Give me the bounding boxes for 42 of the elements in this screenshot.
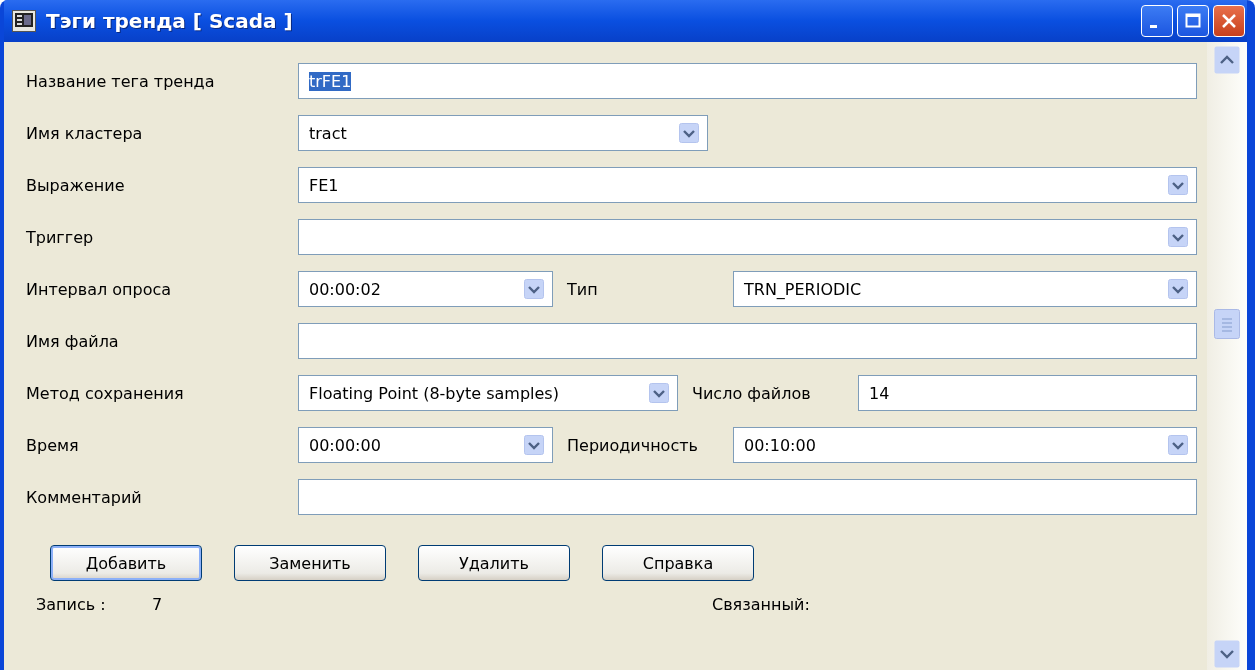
text-field[interactable]: trFE1 <box>298 63 1197 99</box>
maximize-icon <box>1183 11 1203 31</box>
field-label: Имя файла <box>26 331 120 351</box>
minimize-icon <box>1150 24 1157 28</box>
dropdown-field[interactable]: FE1 <box>298 167 1197 203</box>
record-label: Запись : <box>35 595 107 614</box>
dropdown-field[interactable] <box>298 219 1197 255</box>
field-label: Метод сохранения <box>26 383 185 403</box>
field-label: Название тега тренда <box>26 71 216 91</box>
field-label: Имя кластера <box>26 123 144 143</box>
field-label: Триггер <box>26 227 95 247</box>
close-button[interactable] <box>1213 5 1245 37</box>
field-label: Периодичность <box>566 435 699 455</box>
maximize-button[interactable] <box>1177 5 1209 37</box>
action-button[interactable]: Удалить <box>418 545 570 581</box>
record-count: 7 <box>152 595 164 614</box>
dropdown-field[interactable]: tract <box>298 115 708 151</box>
app-icon <box>12 10 36 32</box>
dropdown-field[interactable]: TRN_PERIODIC <box>733 271 1197 307</box>
scroll-up-button[interactable] <box>1214 46 1240 74</box>
field-label: Комментарий <box>26 487 143 507</box>
field-label: Выражение <box>26 175 126 195</box>
window-title: Тэги тренда [ Scada ] <box>46 9 293 33</box>
text-field[interactable] <box>298 323 1197 359</box>
scroll-down-button[interactable] <box>1214 640 1240 668</box>
action-button[interactable]: Добавить <box>50 545 202 581</box>
dropdown-field[interactable]: 00:10:00 <box>733 427 1197 463</box>
dropdown-field[interactable]: Floating Point (8-byte samples) <box>298 375 678 411</box>
dropdown-field[interactable]: 00:00:02 <box>298 271 553 307</box>
field-label: Тип <box>566 279 599 299</box>
dropdown-field[interactable]: 00:00:00 <box>298 427 553 463</box>
minimize-button[interactable] <box>1141 5 1173 37</box>
scroll-thumb[interactable] <box>1214 309 1240 339</box>
field-label: Время <box>26 435 80 455</box>
action-button[interactable]: Заменить <box>234 545 386 581</box>
linked-label: Связанный: <box>712 595 810 614</box>
text-field[interactable]: 14 <box>858 375 1197 411</box>
text-field[interactable] <box>298 479 1197 515</box>
field-label: Интервал опроса <box>26 279 173 299</box>
action-button[interactable]: Справка <box>602 545 754 581</box>
field-label: Число файлов <box>691 383 812 403</box>
scrollbar[interactable] <box>1207 42 1247 670</box>
